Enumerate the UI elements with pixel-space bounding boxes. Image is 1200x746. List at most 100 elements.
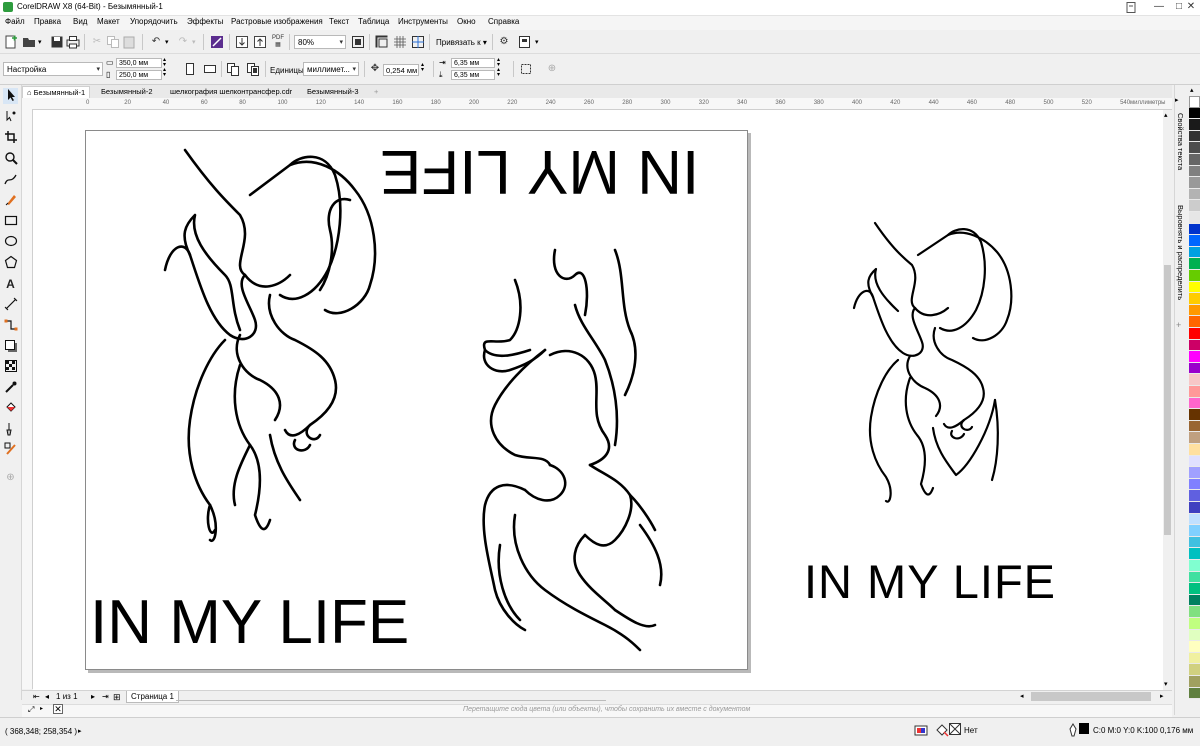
freehand-tool-icon[interactable]	[3, 172, 18, 188]
color-swatch[interactable]	[1189, 339, 1200, 352]
outline-pen-icon[interactable]	[1068, 723, 1078, 739]
color-swatch[interactable]	[1189, 455, 1200, 468]
color-swatch[interactable]	[1189, 409, 1200, 421]
scroll-right-icon[interactable]: ▸	[1160, 692, 1164, 700]
menu-view[interactable]: Вид	[73, 17, 87, 26]
cut-icon[interactable]: ✂	[90, 35, 104, 49]
upside-down-text-in-my-life[interactable]: IN MY LIFE	[380, 137, 736, 206]
add-docker-icon[interactable]: +	[1176, 320, 1181, 330]
show-guidelines-icon[interactable]	[411, 35, 425, 49]
tab-silkscreen-document[interactable]: шелкография шелконтрансфер.cdr	[166, 86, 296, 98]
nudge-distance-input[interactable]: 0,254 мм	[383, 64, 419, 76]
vertical-ruler[interactable]	[22, 109, 33, 689]
current-page-icon[interactable]	[246, 62, 260, 76]
color-swatch[interactable]	[1189, 571, 1200, 584]
parallel-dimension-tool-icon[interactable]	[3, 297, 18, 313]
menu-table[interactable]: Таблица	[358, 17, 389, 26]
color-swatch[interactable]	[1189, 478, 1200, 491]
shape-tool-icon[interactable]	[3, 109, 18, 125]
color-swatch[interactable]	[1189, 316, 1200, 328]
add-page-icon[interactable]: ⊞	[113, 692, 121, 703]
tray-options-icon[interactable]: ▸	[40, 705, 43, 712]
save-icon[interactable]	[50, 35, 64, 49]
color-swatch[interactable]	[1189, 432, 1200, 444]
color-swatch[interactable]	[1189, 351, 1200, 363]
bottom-text-in-my-life[interactable]: IN MY LIFE	[90, 592, 409, 654]
color-swatch[interactable]	[1189, 142, 1200, 154]
line-art-couple-right[interactable]	[840, 220, 1030, 530]
artistic-media-tool-icon[interactable]	[3, 192, 18, 208]
redo-dropdown-icon[interactable]: ▾	[192, 38, 196, 46]
horizontal-scroll-thumb[interactable]	[1031, 692, 1151, 701]
color-swatch[interactable]	[1189, 618, 1200, 630]
menu-effects[interactable]: Эффекты	[187, 17, 223, 26]
right-text-in-my-life[interactable]: IN MY LIFE	[804, 558, 1056, 605]
color-swatch[interactable]	[1189, 165, 1200, 178]
menu-window[interactable]: Окно	[457, 17, 476, 26]
eyedropper-icon[interactable]: ⤢	[28, 705, 34, 715]
launcher-dropdown-icon[interactable]: ▾	[535, 38, 539, 46]
color-swatch[interactable]	[1189, 536, 1200, 549]
menu-tools[interactable]: Инструменты	[398, 17, 448, 26]
menu-text[interactable]: Текст	[329, 17, 349, 26]
help-icon[interactable]	[1124, 2, 1138, 13]
color-swatch[interactable]	[1189, 154, 1200, 166]
color-swatch[interactable]	[1189, 96, 1200, 108]
add-tool-icon[interactable]: ⊕	[3, 470, 18, 486]
duplicate-spinner[interactable]: ▴ ▾ ▴ ▾	[497, 57, 500, 78]
vertical-scroll-thumb[interactable]	[1164, 265, 1171, 535]
ellipse-tool-icon[interactable]	[3, 234, 18, 250]
color-swatch[interactable]	[1189, 467, 1200, 479]
color-swatch[interactable]	[1189, 212, 1200, 224]
connector-tool-icon[interactable]	[3, 318, 18, 334]
last-page-icon[interactable]: ⇥	[102, 692, 109, 701]
color-swatch[interactable]	[1189, 188, 1200, 201]
color-swatch[interactable]	[1189, 328, 1200, 340]
menu-help[interactable]: Справка	[488, 17, 519, 26]
portrait-icon[interactable]	[183, 62, 197, 76]
treat-as-filled-icon[interactable]	[519, 62, 533, 76]
color-swatch[interactable]	[1189, 107, 1200, 120]
menu-layout[interactable]: Макет	[97, 17, 120, 26]
page-size-spinner[interactable]: ▴ ▾ ▴ ▾	[163, 57, 166, 78]
units-select[interactable]: миллимет... ▾	[303, 62, 359, 76]
smart-fill-tool-icon[interactable]	[3, 422, 18, 438]
color-swatch[interactable]	[1189, 362, 1200, 375]
duplicate-y-input[interactable]: 6,35 мм	[451, 70, 495, 80]
color-swatch[interactable]	[1189, 130, 1200, 143]
color-swatch[interactable]	[1189, 258, 1200, 270]
add-toolbar-icon[interactable]: ⊕	[545, 62, 559, 76]
color-swatch[interactable]	[1189, 386, 1200, 398]
color-swatch[interactable]	[1189, 281, 1200, 294]
color-swatch[interactable]	[1189, 525, 1200, 537]
color-swatch[interactable]	[1189, 490, 1200, 502]
paste-icon[interactable]	[122, 35, 136, 49]
zoom-level-select[interactable]: 80% ▾	[294, 35, 346, 49]
interactive-fill-tool-icon[interactable]	[3, 401, 18, 417]
snap-to-button[interactable]: Привязать к ▾	[436, 38, 487, 47]
color-swatch[interactable]	[1189, 246, 1200, 259]
color-swatch[interactable]	[1189, 664, 1200, 676]
color-swatch[interactable]	[1189, 676, 1200, 688]
landscape-icon[interactable]	[203, 62, 217, 76]
tab-document-2[interactable]: Безымянный-2	[97, 86, 157, 98]
transparency-tool-icon[interactable]	[3, 359, 18, 375]
undo-dropdown-icon[interactable]: ▾	[165, 38, 169, 46]
no-color-swatch[interactable]: ✕	[53, 704, 63, 714]
color-swatch[interactable]	[1189, 304, 1200, 317]
color-swatch[interactable]	[1189, 270, 1200, 282]
color-swatch[interactable]	[1189, 502, 1200, 514]
page-preset-select[interactable]: Настройка ▾	[3, 62, 103, 76]
application-launcher-icon[interactable]	[518, 35, 532, 49]
color-swatch[interactable]	[1189, 444, 1200, 456]
new-tab-icon[interactable]: +	[370, 86, 382, 98]
color-swatch[interactable]	[1189, 119, 1200, 131]
menu-file[interactable]: Файл	[5, 17, 25, 26]
all-pages-icon[interactable]	[226, 62, 240, 76]
rectangle-tool-icon[interactable]	[3, 213, 18, 229]
print-icon[interactable]	[66, 35, 80, 49]
color-swatch[interactable]	[1189, 594, 1200, 607]
next-page-icon[interactable]: ▸	[91, 692, 95, 701]
scroll-down-icon[interactable]: ▾	[1164, 680, 1168, 688]
zoom-tool-icon[interactable]	[3, 151, 18, 167]
